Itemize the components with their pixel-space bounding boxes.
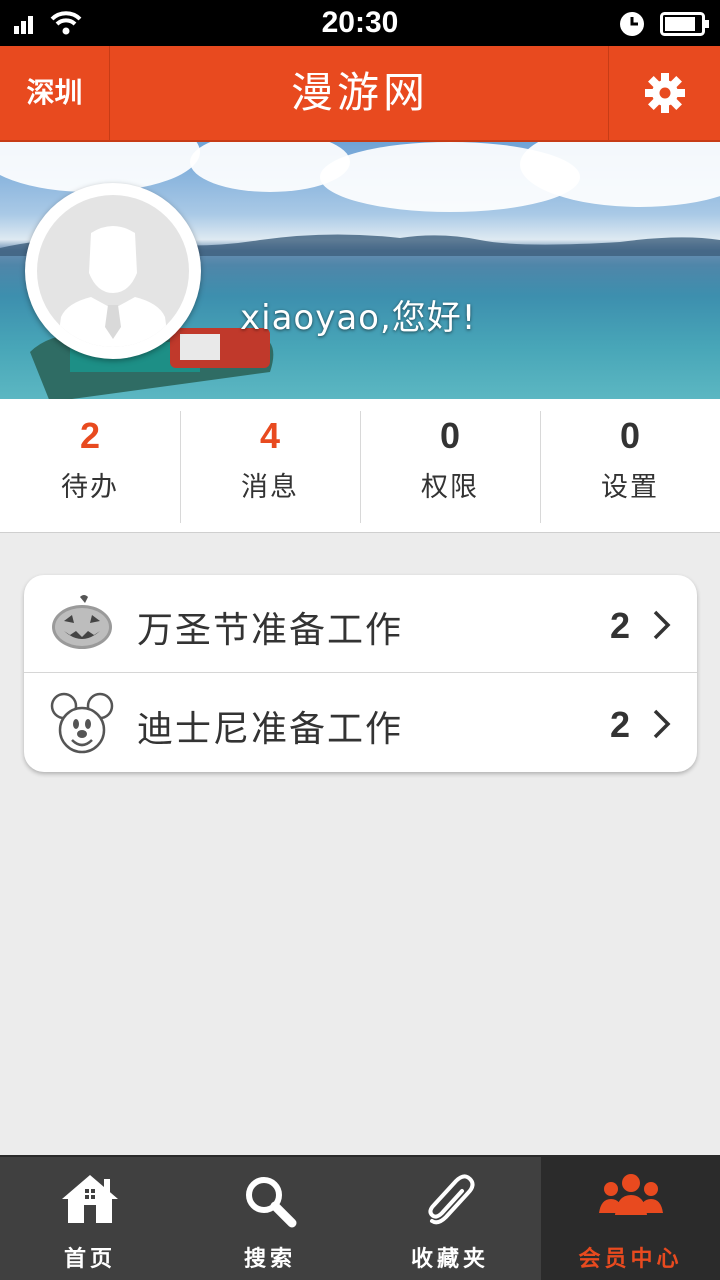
tab-home[interactable]: 首页 xyxy=(0,1157,180,1280)
task-list: 万圣节准备工作 2 迪士尼准备工作 2 xyxy=(24,575,697,772)
app-header: 深圳 漫游网 xyxy=(0,46,720,142)
stat-settings[interactable]: 0 设置 xyxy=(540,399,720,532)
gear-icon xyxy=(644,73,685,113)
list-item-label: 万圣节准备工作 xyxy=(137,610,404,651)
stat-label: 设置 xyxy=(601,472,659,503)
stats-bar: 2 待办 4 消息 0 权限 0 设置 xyxy=(0,399,720,533)
tab-favorites[interactable]: 收藏夹 xyxy=(360,1157,540,1280)
city-selector-button[interactable]: 深圳 xyxy=(0,46,110,140)
stat-todo[interactable]: 2 待办 xyxy=(0,399,180,532)
tab-search[interactable]: 搜索 xyxy=(180,1157,360,1280)
stat-value: 2 xyxy=(79,415,101,456)
tab-label: 搜索 xyxy=(243,1247,296,1272)
avatar[interactable] xyxy=(25,183,201,359)
page-title: 漫游网 xyxy=(290,68,429,117)
alarm-clock-icon xyxy=(620,12,644,36)
paperclip-icon xyxy=(428,1174,475,1225)
list-item-label: 迪士尼准备工作 xyxy=(137,709,404,750)
settings-button[interactable] xyxy=(608,46,720,140)
mickey-icon xyxy=(50,692,114,754)
stat-label: 待办 xyxy=(61,472,119,503)
greeting-text: xiaoyao,您好! xyxy=(240,298,477,338)
list-item-count: 2 xyxy=(610,605,631,646)
stat-label: 权限 xyxy=(421,472,479,503)
list-item[interactable]: 万圣节准备工作 2 xyxy=(24,575,697,673)
tab-label: 收藏夹 xyxy=(410,1247,489,1272)
stat-value: 0 xyxy=(619,415,641,456)
stat-messages[interactable]: 4 消息 xyxy=(180,399,360,532)
stat-value: 0 xyxy=(439,415,461,456)
battery-icon xyxy=(660,12,709,36)
user-avatar-icon xyxy=(57,226,169,347)
search-icon xyxy=(246,1177,297,1228)
tab-label: 会员中心 xyxy=(578,1247,683,1272)
members-icon xyxy=(598,1174,663,1215)
status-bar: 20:30 xyxy=(0,0,720,46)
stat-label: 消息 xyxy=(241,472,299,503)
chevron-right-icon xyxy=(653,709,671,739)
stat-permissions[interactable]: 0 权限 xyxy=(360,399,540,532)
status-time: 20:30 xyxy=(321,6,399,39)
stat-value: 4 xyxy=(259,415,281,456)
home-icon xyxy=(62,1175,118,1223)
pumpkin-icon xyxy=(52,595,112,649)
bottom-tab-bar: 首页 搜索 收藏夹 会员中心 xyxy=(0,1155,720,1280)
tab-label: 首页 xyxy=(63,1247,116,1272)
list-item-count: 2 xyxy=(610,704,631,745)
chevron-right-icon xyxy=(653,610,671,640)
list-item[interactable]: 迪士尼准备工作 2 xyxy=(24,674,697,772)
tab-member-center[interactable]: 会员中心 xyxy=(541,1157,720,1280)
